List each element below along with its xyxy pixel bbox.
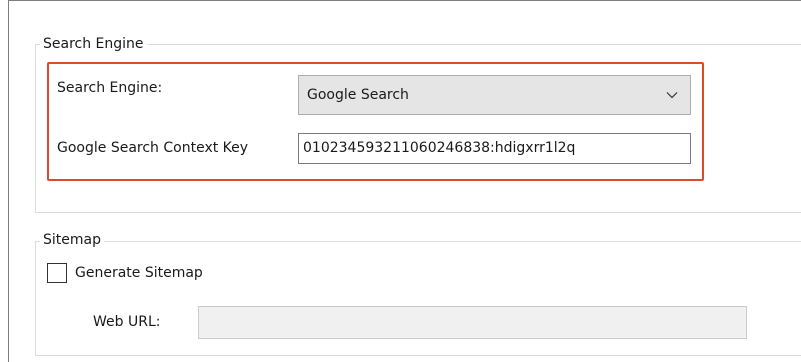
generate-sitemap-label[interactable]: Generate Sitemap [75,264,203,282]
context-key-label: Google Search Context Key [57,140,249,156]
search-engine-label: Search Engine: [57,80,163,96]
search-engine-dropdown[interactable]: Google Search [298,75,691,115]
web-url-label: Web URL: [93,314,161,330]
search-engine-selected-value: Google Search [307,87,409,103]
settings-panel: Search Engine Search Engine: Google Sear… [8,0,801,362]
chevron-down-icon [666,92,678,99]
context-key-value: 010234593211060246838:hdigxrr1l2q [303,140,576,156]
sitemap-group-legend: Sitemap [40,232,104,248]
web-url-input[interactable] [198,306,747,339]
generate-sitemap-checkbox[interactable] [47,263,67,283]
context-key-input[interactable]: 010234593211060246838:hdigxrr1l2q [298,133,691,164]
search-engine-group-legend: Search Engine [40,36,147,52]
